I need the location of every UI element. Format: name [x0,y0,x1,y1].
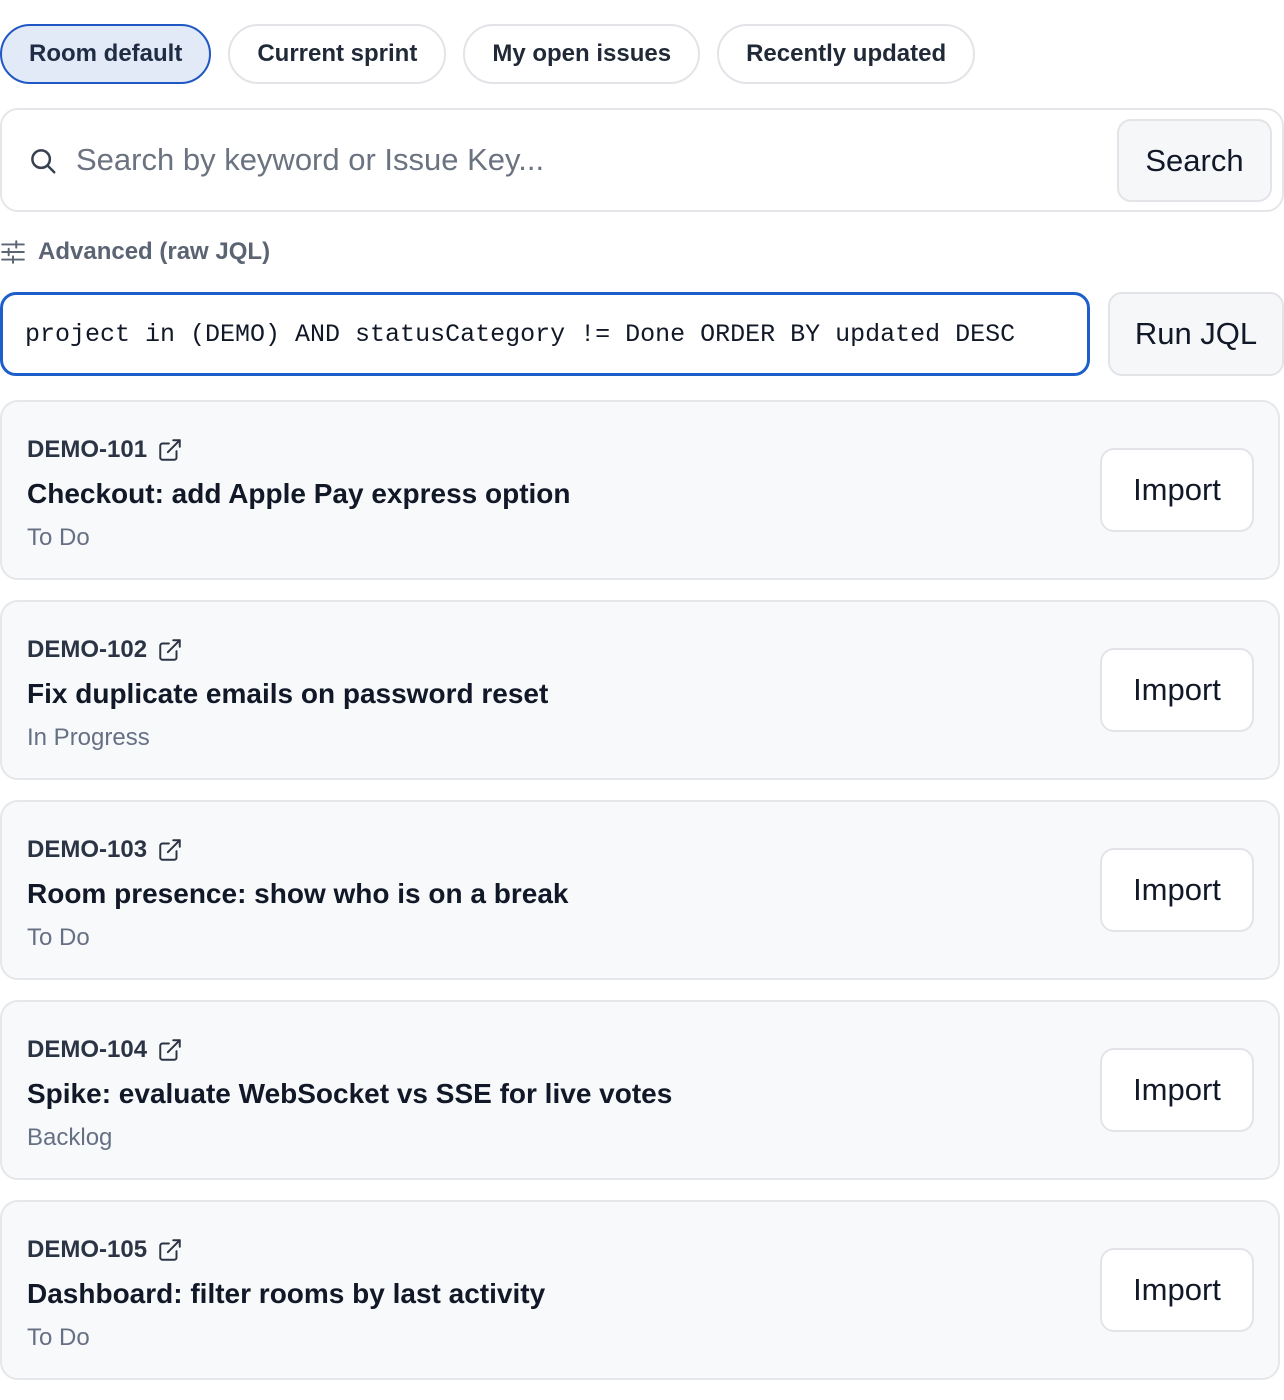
issue-status: To Do [27,924,90,951]
issue-card: DEMO-102 Fix duplicate emails on passwor… [0,600,1280,780]
issue-status: To Do [27,1324,90,1351]
external-link-icon[interactable] [157,1037,183,1063]
chip-recently-updated[interactable]: Recently updated [717,24,976,84]
advanced-jql-label: Advanced (raw JQL) [38,238,271,265]
issue-key[interactable]: DEMO-101 [27,436,147,464]
issue-key-row: DEMO-101 [27,436,183,464]
issue-status: In Progress [27,724,150,751]
import-button[interactable]: Import [1100,1248,1254,1332]
issue-key-row: DEMO-102 [27,636,183,664]
chip-my-open-issues[interactable]: My open issues [463,24,701,84]
issue-title: Room presence: show who is on a break [27,878,569,909]
import-button[interactable]: Import [1100,448,1254,532]
import-button[interactable]: Import [1100,648,1254,732]
filter-chips: Room default Current sprint My open issu… [0,24,976,84]
issue-key[interactable]: DEMO-103 [27,836,147,864]
issue-card: DEMO-103 Room presence: show who is on a… [0,800,1280,980]
issue-status: To Do [27,524,90,551]
chip-current-sprint[interactable]: Current sprint [228,24,447,84]
issue-key-row: DEMO-104 [27,1036,183,1064]
issue-status: Backlog [27,1124,113,1151]
issue-card: DEMO-101 Checkout: add Apple Pay express… [0,400,1280,580]
issue-key-row: DEMO-105 [27,1236,183,1264]
external-link-icon[interactable] [157,637,183,663]
import-button[interactable]: Import [1100,848,1254,932]
search-bar: Search [0,108,1284,212]
search-input[interactable] [76,134,1096,186]
external-link-icon[interactable] [157,837,183,863]
advanced-jql-toggle[interactable]: Advanced (raw JQL) [0,234,270,270]
search-icon [31,149,56,174]
issue-title: Spike: evaluate WebSocket vs SSE for liv… [27,1078,673,1109]
issue-title: Checkout: add Apple Pay express option [27,478,571,509]
external-link-icon[interactable] [157,437,183,463]
issue-key[interactable]: DEMO-102 [27,636,147,664]
sliders-icon [1,240,25,264]
issue-key[interactable]: DEMO-105 [27,1236,147,1264]
external-link-icon[interactable] [157,1237,183,1263]
run-jql-button[interactable]: Run JQL [1108,292,1284,376]
import-button[interactable]: Import [1100,1048,1254,1132]
issue-card: DEMO-104 Spike: evaluate WebSocket vs SS… [0,1000,1280,1180]
issue-title: Fix duplicate emails on password reset [27,678,549,709]
jql-input[interactable]: project in (DEMO) AND statusCategory != … [0,292,1090,376]
issue-list: DEMO-101 Checkout: add Apple Pay express… [0,400,1280,1400]
issue-key[interactable]: DEMO-104 [27,1036,147,1064]
issue-title: Dashboard: filter rooms by last activity [27,1278,546,1309]
search-button[interactable]: Search [1117,119,1272,202]
chip-room-default[interactable]: Room default [0,24,212,84]
issue-key-row: DEMO-103 [27,836,183,864]
issue-card: DEMO-105 Dashboard: filter rooms by last… [0,1200,1280,1380]
